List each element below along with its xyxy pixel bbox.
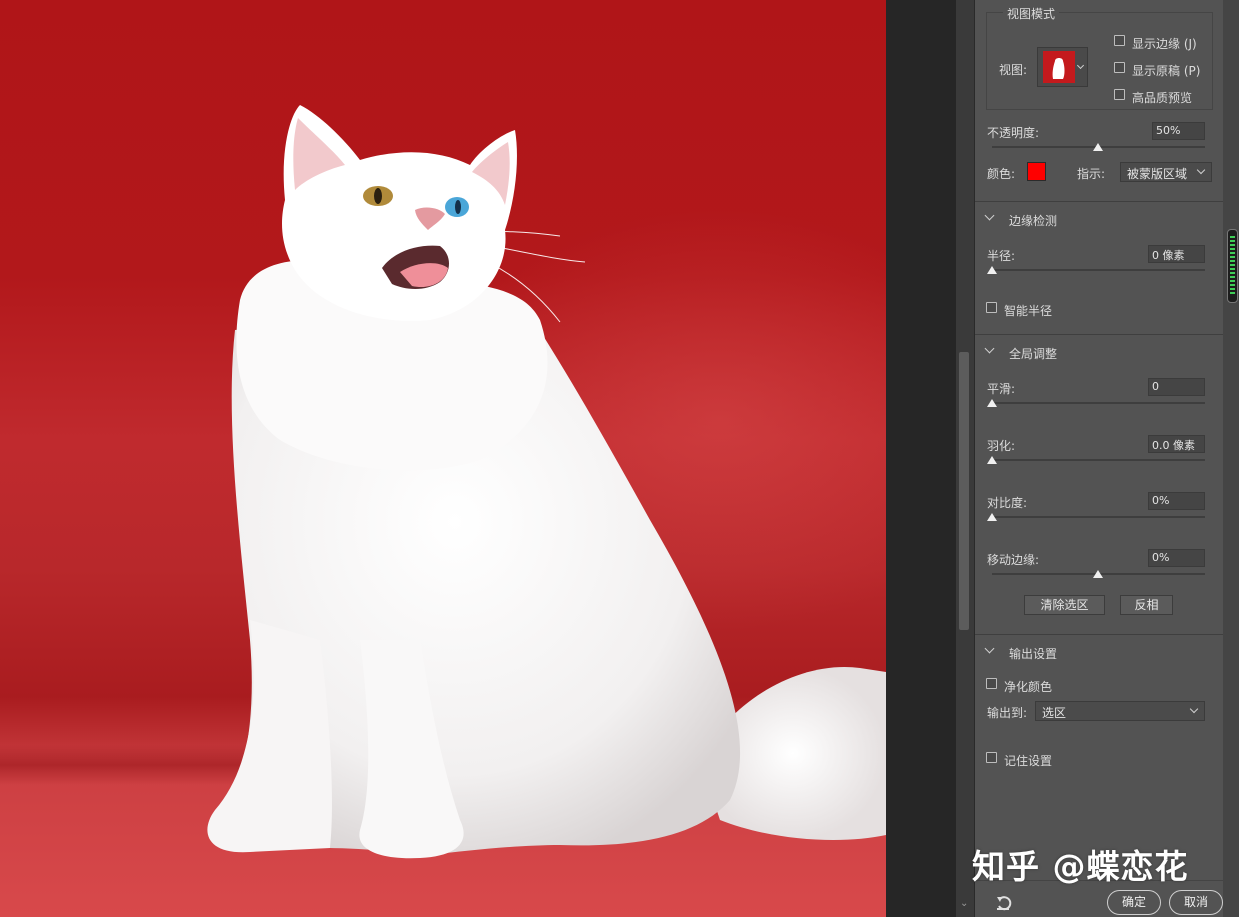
opacity-slider-handle[interactable] (1093, 143, 1103, 151)
view-thumbnail-dropdown[interactable] (1037, 47, 1088, 87)
output-to-label: 输出到: (987, 706, 1028, 720)
opacity-input[interactable]: 50% (1152, 122, 1205, 140)
panel-right-edge (1223, 0, 1239, 917)
section-divider (975, 634, 1223, 635)
shift-edge-label: 移动边缘: (987, 553, 1040, 567)
decontaminate-colors-checkbox[interactable] (986, 678, 997, 689)
scroll-down-icon[interactable]: ⌄ (960, 898, 968, 909)
invert-button[interactable]: 反相 (1120, 595, 1173, 615)
cancel-button[interactable]: 取消 (1169, 890, 1223, 915)
view-thumbnail-icon (1043, 51, 1075, 83)
section-divider (975, 334, 1223, 335)
panel-scroll-thumb[interactable] (959, 352, 969, 630)
indicate-value: 被蒙版区域 (1127, 167, 1188, 181)
view-label: 视图: (999, 63, 1028, 77)
output-to-value: 选区 (1042, 706, 1067, 720)
image-canvas[interactable] (0, 0, 886, 917)
global-refine-chevron-icon[interactable] (984, 343, 995, 354)
feather-slider-handle[interactable] (987, 456, 997, 464)
shift-edge-slider-handle[interactable] (1093, 570, 1103, 578)
remember-settings-checkbox[interactable] (986, 752, 997, 763)
radius-slider-track[interactable] (992, 269, 1205, 271)
indicate-dropdown[interactable]: 被蒙版区域 (1120, 162, 1212, 182)
output-to-dropdown[interactable]: 选区 (1035, 701, 1205, 721)
remember-settings-label: 记住设置 (1004, 754, 1053, 768)
output-to-chevron-down-icon (1189, 704, 1199, 714)
global-refine-title[interactable]: 全局调整 (1009, 345, 1057, 362)
high-quality-preview-checkbox[interactable] (1114, 89, 1125, 100)
color-swatch[interactable] (1027, 162, 1046, 181)
output-settings-title[interactable]: 输出设置 (1009, 645, 1057, 662)
feather-slider-track[interactable] (992, 459, 1205, 461)
contrast-slider-handle[interactable] (987, 513, 997, 521)
feather-input[interactable]: 0.0 像素 (1148, 435, 1205, 453)
show-edge-label: 显示边缘 (J) (1132, 37, 1197, 51)
indicate-label: 指示: (1077, 167, 1106, 181)
radius-label: 半径: (987, 249, 1016, 263)
radius-slider-handle[interactable] (987, 266, 997, 274)
canvas-gutter (886, 0, 956, 917)
contrast-slider-track[interactable] (992, 516, 1205, 518)
shift-edge-input[interactable]: 0% (1148, 549, 1205, 567)
reset-icon[interactable] (995, 895, 1013, 911)
edge-detection-chevron-icon[interactable] (984, 210, 995, 221)
radius-input[interactable]: 0 像素 (1148, 245, 1205, 263)
show-original-checkbox[interactable] (1114, 62, 1125, 73)
smooth-slider-handle[interactable] (987, 399, 997, 407)
ok-button[interactable]: 确定 (1107, 890, 1161, 915)
panel-scrollbar[interactable]: ⌄ (956, 0, 975, 917)
smart-radius-checkbox[interactable] (986, 302, 997, 313)
properties-panel: 视图模式 视图: 显示边缘 (J) 显示原稿 (P) 高品质预览 不透明度: 5… (975, 0, 1223, 917)
clear-selection-button[interactable]: 清除选区 (1024, 595, 1105, 615)
smooth-input[interactable]: 0 (1148, 378, 1205, 396)
watermark-text: 知乎 @蝶恋花 (972, 847, 1189, 886)
smart-radius-label: 智能半径 (1004, 304, 1053, 318)
show-edge-checkbox[interactable] (1114, 35, 1125, 46)
output-settings-chevron-icon[interactable] (984, 643, 995, 654)
view-mode-title: 视图模式 (1003, 5, 1060, 22)
section-divider (975, 201, 1223, 202)
indicate-chevron-down-icon (1196, 165, 1206, 175)
smooth-label: 平滑: (987, 382, 1016, 396)
view-chevron-down-icon (1076, 61, 1085, 70)
contrast-label: 对比度: (987, 496, 1028, 510)
feather-label: 羽化: (987, 439, 1016, 453)
edge-detection-title[interactable]: 边缘检测 (1009, 212, 1057, 229)
white-cat-photo (207, 105, 886, 859)
level-meter-icon (1227, 229, 1238, 303)
decontaminate-colors-label: 净化颜色 (1004, 680, 1053, 694)
smooth-slider-track[interactable] (992, 402, 1205, 404)
show-original-label: 显示原稿 (P) (1132, 64, 1201, 78)
contrast-input[interactable]: 0% (1148, 492, 1205, 510)
opacity-label: 不透明度: (987, 126, 1040, 140)
high-quality-preview-label: 高品质预览 (1132, 91, 1193, 105)
color-label: 颜色: (987, 167, 1016, 181)
